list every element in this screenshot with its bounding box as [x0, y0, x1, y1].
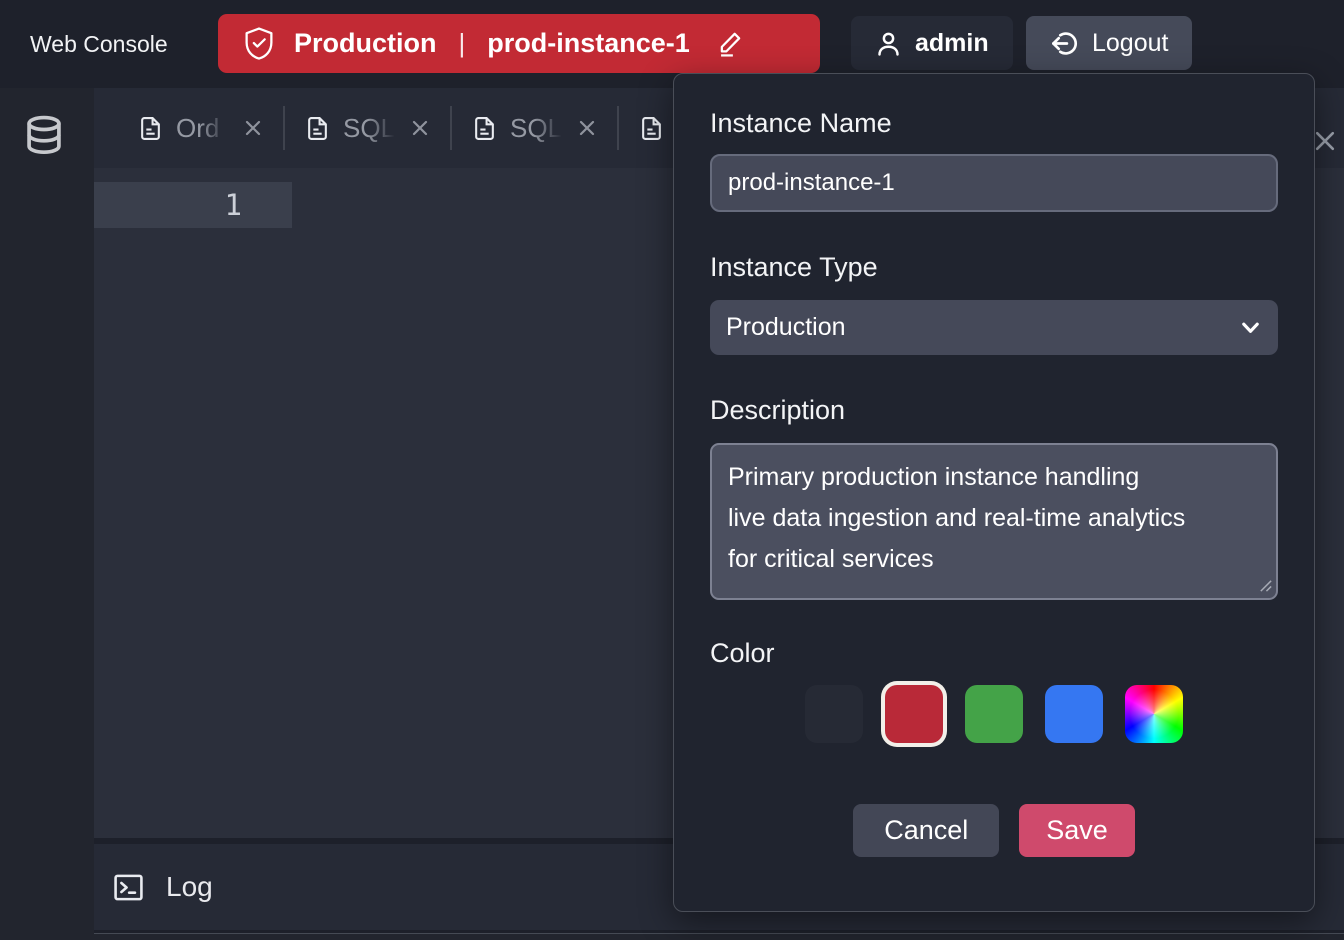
active-line-highlight: 1 — [94, 182, 292, 228]
instance-name-input[interactable] — [710, 154, 1278, 212]
save-button[interactable]: Save — [1019, 804, 1135, 857]
web-console-brand: Web Console — [30, 0, 168, 88]
tab-label: SQL — [343, 113, 397, 144]
instance-type-label: Instance Type — [710, 252, 1278, 283]
dialog-buttons: Cancel Save — [710, 804, 1278, 857]
logout-label: Logout — [1092, 29, 1168, 58]
tab-close-icon[interactable] — [410, 118, 430, 138]
user-label: admin — [915, 29, 989, 58]
color-swatch-red[interactable] — [885, 685, 943, 743]
file-icon — [639, 115, 664, 142]
editor-tab-1[interactable]: Ord — [118, 100, 283, 156]
color-label: Color — [710, 638, 1278, 669]
color-swatch-rainbow[interactable] — [1125, 685, 1183, 743]
badge-separator: | — [459, 28, 466, 59]
chevron-down-icon — [1239, 316, 1262, 339]
color-swatch-blue[interactable] — [1045, 685, 1103, 743]
editor-tab-2[interactable]: SQL — [285, 100, 450, 156]
badge-type-label: Production — [294, 28, 437, 59]
description-textarea-wrap: Primary production instance handling liv… — [710, 443, 1278, 600]
cancel-button[interactable]: Cancel — [853, 804, 999, 857]
file-icon — [305, 115, 330, 142]
edit-pencil-icon[interactable] — [716, 30, 743, 57]
log-title: Log — [166, 871, 213, 903]
logout-icon — [1050, 29, 1079, 58]
color-swatch-default[interactable] — [805, 685, 863, 743]
app-window: Web Console Production | prod-instance-1… — [0, 0, 1344, 940]
logout-button[interactable]: Logout — [1026, 16, 1192, 70]
left-sidebar — [0, 88, 94, 940]
shield-check-icon — [244, 27, 274, 60]
tab-close-icon[interactable] — [577, 118, 597, 138]
description-label: Description — [710, 395, 1278, 426]
color-swatch-row — [710, 683, 1278, 744]
file-icon — [472, 115, 497, 142]
user-button[interactable]: admin — [851, 16, 1013, 70]
bottom-strip — [94, 933, 1344, 940]
terminal-icon — [113, 872, 144, 903]
instance-badge[interactable]: Production | prod-instance-1 — [218, 14, 820, 73]
instance-type-select[interactable]: Production — [710, 300, 1278, 355]
tab-label: Ord — [176, 113, 230, 144]
panel-close-icon[interactable] — [1312, 128, 1338, 154]
instance-type-value: Production — [726, 313, 846, 342]
instance-name-label: Instance Name — [710, 108, 1278, 139]
tab-label: SQL — [510, 113, 564, 144]
tab-close-icon[interactable] — [243, 118, 263, 138]
editor-tab-3[interactable]: SQL — [452, 100, 617, 156]
description-textarea[interactable]: Primary production instance handling liv… — [710, 443, 1278, 600]
line-number: 1 — [94, 188, 242, 222]
file-icon — [138, 115, 163, 142]
badge-instance-name: prod-instance-1 — [487, 28, 690, 59]
color-swatch-green[interactable] — [965, 685, 1023, 743]
database-icon[interactable] — [24, 115, 64, 159]
instance-edit-dialog: Instance Name Instance Type Production D… — [673, 73, 1315, 912]
user-icon — [875, 30, 902, 57]
